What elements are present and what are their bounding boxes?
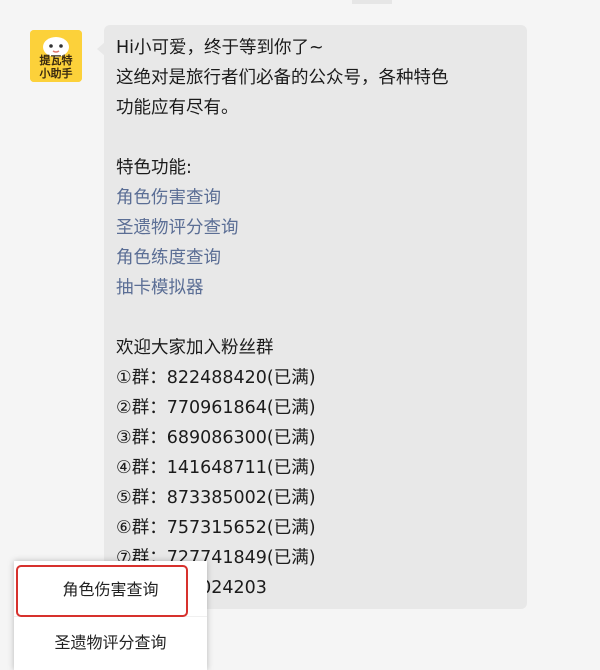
sender-avatar[interactable]: 提瓦特 小助手	[30, 30, 82, 82]
group-line: ④群：141648711(已满)	[116, 458, 316, 478]
intro-line-2: 功能应有尽有。	[116, 98, 239, 118]
feature-link-gacha[interactable]: 抽卡模拟器	[116, 273, 516, 303]
top-divider-fragment	[352, 0, 392, 4]
features-title: 特色功能:	[116, 158, 192, 178]
feature-link-artifact[interactable]: 圣遗物评分查询	[116, 213, 516, 243]
feature-link-build[interactable]: 角色练度查询	[116, 243, 516, 273]
menu-item-damage-query[interactable]: 角色伤害查询	[14, 563, 207, 617]
avatar-text-1: 提瓦特	[40, 53, 73, 67]
group-line: ③群：689086300(已满)	[116, 428, 316, 448]
message-text[interactable]: Hi小可爱，终于等到你了~ 这绝对是旅行者们必备的公众号，各种特色 功能应有尽有…	[116, 33, 516, 603]
avatar-text-2: 小助手	[39, 66, 73, 80]
feature-link-damage[interactable]: 角色伤害查询	[116, 183, 516, 213]
group-line: ⑤群：873385002(已满)	[116, 488, 316, 508]
group-line: ②群：770961864(已满)	[116, 398, 316, 418]
greeting-line: Hi小可爱，终于等到你了~	[116, 38, 324, 58]
group-line: ⑥群：757315652(已满)	[116, 518, 316, 538]
intro-line-1: 这绝对是旅行者们必备的公众号，各种特色	[116, 68, 449, 88]
avatar-logo: 提瓦特 小助手	[30, 30, 82, 82]
groups-title: 欢迎大家加入粉丝群	[116, 338, 274, 358]
menu-item-artifact-query[interactable]: 圣遗物评分查询	[14, 616, 207, 670]
popup-menu: 角色伤害查询 圣遗物评分查询	[14, 561, 207, 670]
group-line: ①群：822488420(已满)	[116, 368, 316, 388]
